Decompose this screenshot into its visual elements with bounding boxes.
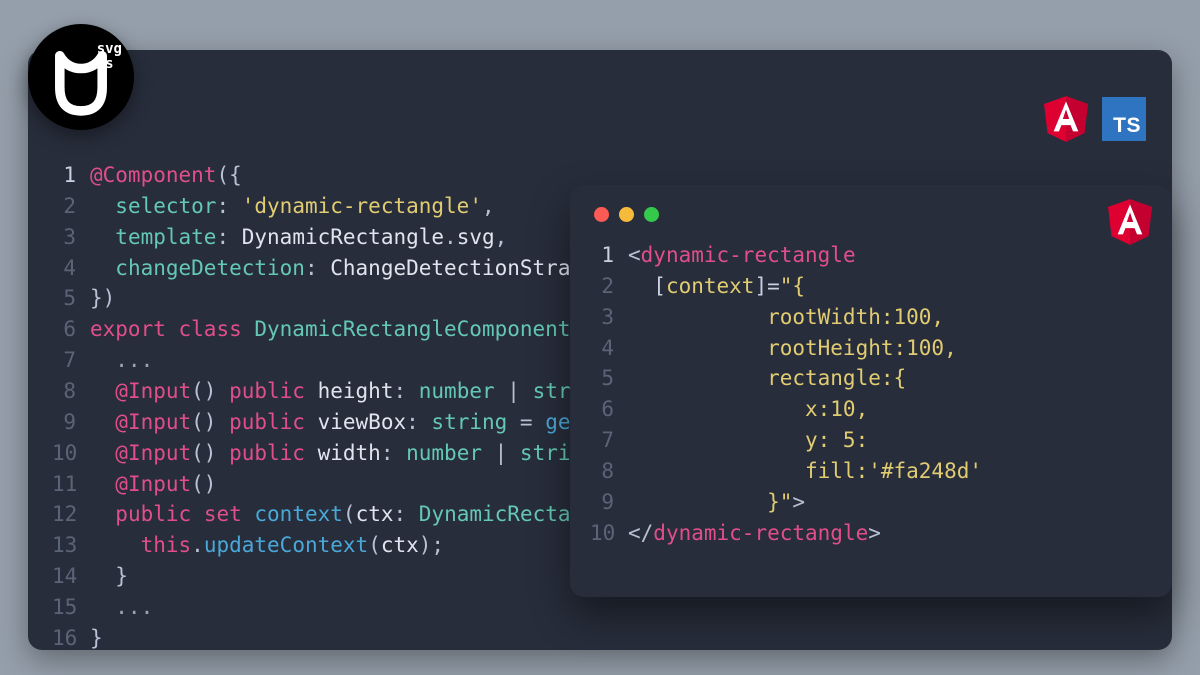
maximize-icon[interactable]: [644, 207, 659, 222]
line-number: 9: [590, 487, 628, 518]
line-number: 1: [52, 160, 90, 191]
line-number: 8: [52, 376, 90, 407]
line-number: 3: [52, 222, 90, 253]
line-number: 5: [590, 363, 628, 394]
angular-icon: [1044, 96, 1088, 142]
line-number: 1: [590, 240, 628, 271]
line-number: 7: [590, 425, 628, 456]
line-number: 7: [52, 345, 90, 376]
line-number: 10: [52, 438, 90, 469]
line-number: 2: [590, 271, 628, 302]
code-block-overlay[interactable]: 1<dynamic-rectangle2 [context]="{3 rootW…: [590, 240, 1150, 549]
logo-text-ts: ts: [97, 57, 122, 72]
logo-text-svg: svg: [97, 42, 122, 57]
line-number: 8: [590, 456, 628, 487]
line-number: 6: [52, 314, 90, 345]
svgts-logo: svg ts: [28, 24, 134, 130]
line-number: 14: [52, 561, 90, 592]
line-number: 5: [52, 283, 90, 314]
line-number: 2: [52, 191, 90, 222]
line-number: 10: [590, 518, 628, 549]
line-number: 6: [590, 394, 628, 425]
ts-label: TS: [1113, 114, 1141, 138]
typescript-icon: TS: [1102, 97, 1146, 141]
code-editor-overlay: 1<dynamic-rectangle2 [context]="{3 rootW…: [570, 185, 1172, 597]
line-number: 4: [590, 333, 628, 364]
line-number: 3: [590, 302, 628, 333]
line-number: 16: [52, 623, 90, 654]
minimize-icon[interactable]: [619, 207, 634, 222]
line-number: 11: [52, 469, 90, 500]
window-controls: [590, 205, 1150, 240]
angular-icon: [1108, 199, 1152, 245]
line-number: 15: [52, 592, 90, 623]
line-number: 13: [52, 530, 90, 561]
line-number: 9: [52, 407, 90, 438]
line-number: 12: [52, 499, 90, 530]
cat-icon: [28, 24, 134, 130]
close-icon[interactable]: [594, 207, 609, 222]
line-number: 4: [52, 253, 90, 284]
